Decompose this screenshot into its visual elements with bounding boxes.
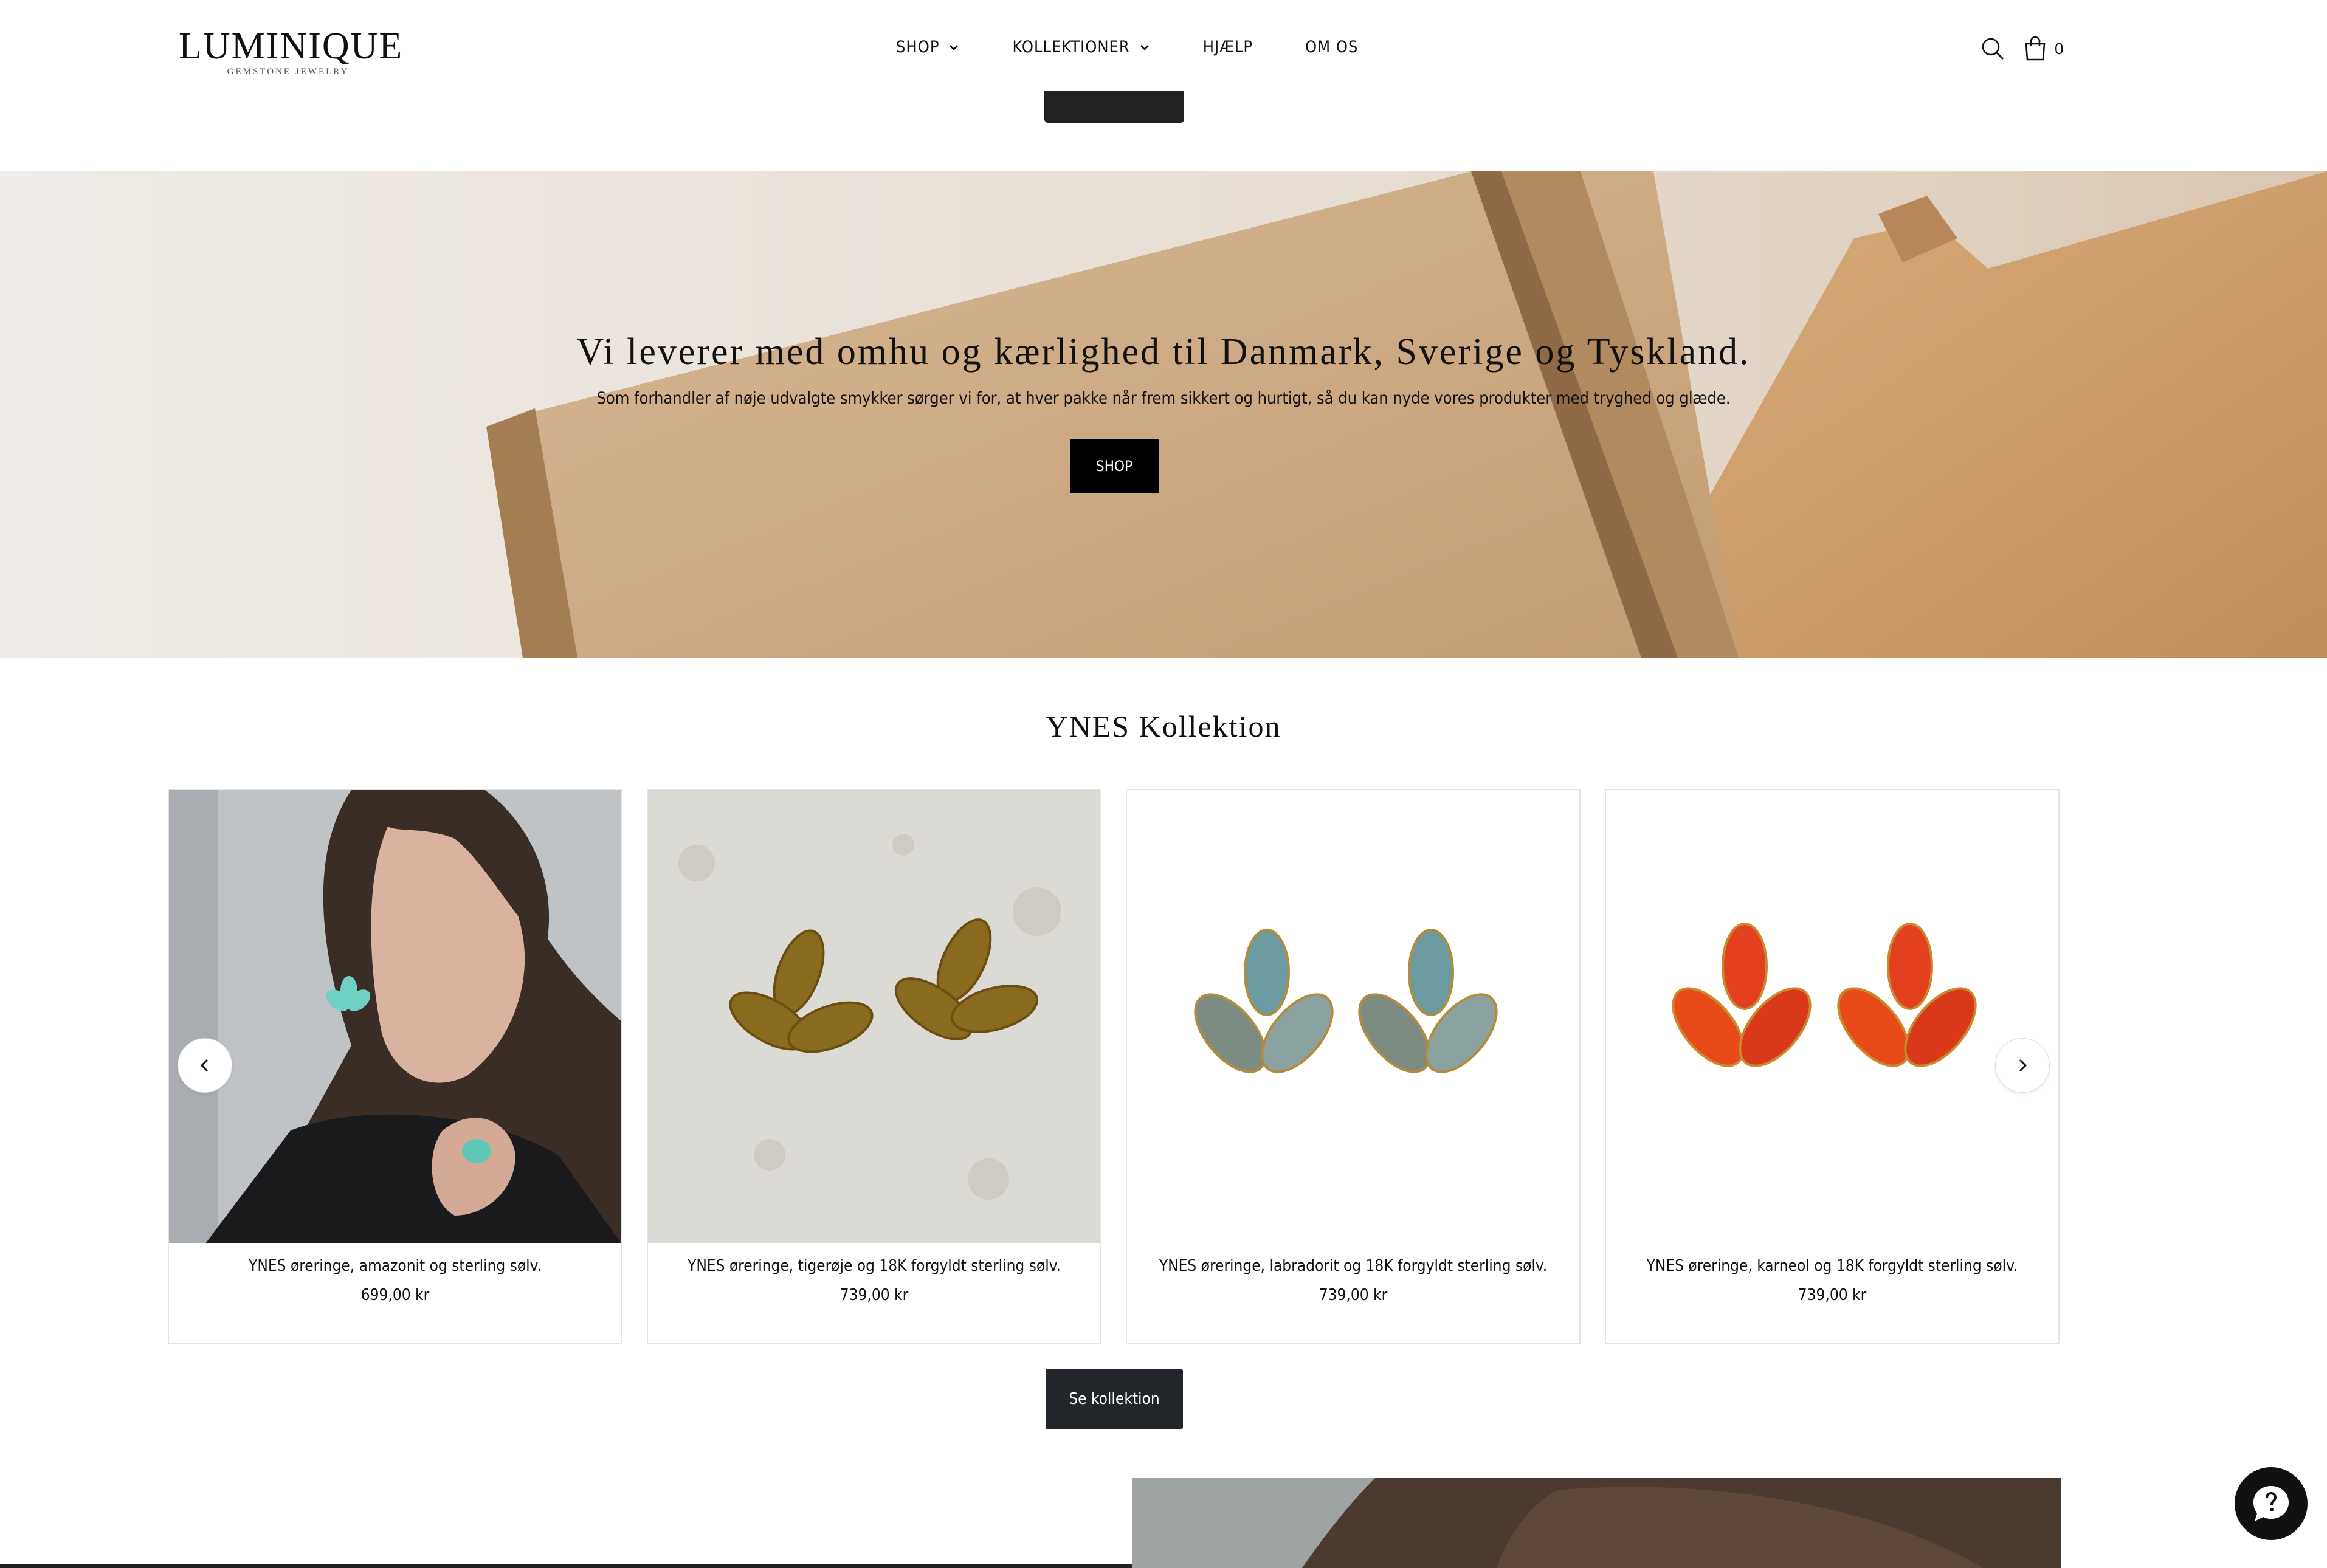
product-image-amazonite bbox=[169, 790, 621, 1243]
hero-background-image bbox=[0, 171, 2327, 658]
nav-label-kollektioner: KOLLEKTIONER bbox=[1012, 38, 1130, 57]
search-icon[interactable] bbox=[1979, 35, 2006, 62]
section-image bbox=[1132, 1478, 2061, 1568]
product-name: YNES øreringe, amazonit og sterling sølv… bbox=[249, 1257, 542, 1275]
product-image-tigers-eye bbox=[648, 790, 1100, 1243]
hero-shop-button[interactable]: SHOP bbox=[1070, 439, 1159, 493]
previous-section-button-edge bbox=[1044, 91, 1184, 123]
carousel-next-button[interactable] bbox=[1995, 1038, 2050, 1093]
see-collection-button[interactable]: Se kollektion bbox=[1046, 1369, 1183, 1429]
logo-text: LUMINIQUE bbox=[179, 26, 404, 67]
chevron-right-icon bbox=[2019, 1059, 2027, 1072]
header-icons: 0 bbox=[1979, 35, 2063, 62]
hero-title: Vi leverer med omhu og kærlighed til Dan… bbox=[576, 331, 1751, 373]
logo[interactable]: LUMINIQUE GEMSTONE JEWELRY bbox=[179, 24, 404, 77]
product-price: 739,00 kr bbox=[1798, 1286, 1867, 1304]
nav-label-hjaelp: HJÆLP bbox=[1202, 38, 1253, 57]
product-image-labradorite bbox=[1127, 790, 1579, 1243]
chevron-down-icon bbox=[1140, 44, 1149, 50]
product-image-carnelian bbox=[1606, 790, 2058, 1243]
chat-button[interactable] bbox=[2235, 1467, 2308, 1540]
nav-item-shop[interactable]: SHOP bbox=[896, 38, 960, 57]
product-carousel: YNES øreringe, amazonit og sterling sølv… bbox=[168, 789, 2060, 1344]
product-card[interactable]: YNES øreringe, karneol og 18K forgyldt s… bbox=[1605, 789, 2060, 1344]
collection-title: YNES Kollektion bbox=[1046, 709, 1281, 743]
hero-banner: Vi leverer med omhu og kærlighed til Dan… bbox=[0, 171, 2327, 658]
product-name: YNES øreringe, tigerøje og 18K forgyldt … bbox=[688, 1257, 1061, 1275]
product-name: YNES øreringe, labradorit og 18K forgyld… bbox=[1159, 1257, 1548, 1275]
product-price: 699,00 kr bbox=[360, 1286, 430, 1304]
product-card[interactable]: YNES øreringe, labradorit og 18K forgyld… bbox=[1126, 789, 1581, 1344]
product-price: 739,00 kr bbox=[839, 1286, 909, 1304]
nav-label-om-os: OM OS bbox=[1305, 38, 1359, 57]
carousel-prev-button[interactable] bbox=[178, 1038, 232, 1093]
chat-icon bbox=[2253, 1486, 2289, 1521]
cart-count: 0 bbox=[2055, 39, 2064, 58]
site-header: LUMINIQUE GEMSTONE JEWELRY SHOP KOLLEKTI… bbox=[0, 0, 2327, 171]
section-divider bbox=[0, 1564, 1132, 1568]
logo-subtitle: GEMSTONE JEWELRY bbox=[227, 67, 350, 77]
hero-subtitle: Som forhandler af nøje udvalgte smykker … bbox=[596, 389, 1731, 408]
cart-button[interactable]: 0 bbox=[2022, 35, 2063, 62]
nav-label-shop: SHOP bbox=[896, 38, 940, 57]
nav-item-kollektioner[interactable]: KOLLEKTIONER bbox=[1012, 38, 1150, 57]
nav-item-hjaelp[interactable]: HJÆLP bbox=[1203, 38, 1253, 57]
product-price: 739,00 kr bbox=[1319, 1286, 1388, 1304]
chevron-down-icon bbox=[950, 44, 959, 50]
main-nav: SHOP KOLLEKTIONER HJÆLP OM OS bbox=[896, 38, 1410, 57]
nav-item-om-os[interactable]: OM OS bbox=[1305, 38, 1358, 57]
chevron-left-icon bbox=[200, 1059, 209, 1072]
cart-icon bbox=[2025, 36, 2046, 61]
product-card[interactable]: YNES øreringe, tigerøje og 18K forgyldt … bbox=[647, 789, 1101, 1344]
product-card[interactable]: YNES øreringe, amazonit og sterling sølv… bbox=[168, 789, 622, 1344]
product-name: YNES øreringe, karneol og 18K forgyldt s… bbox=[1646, 1257, 2018, 1275]
